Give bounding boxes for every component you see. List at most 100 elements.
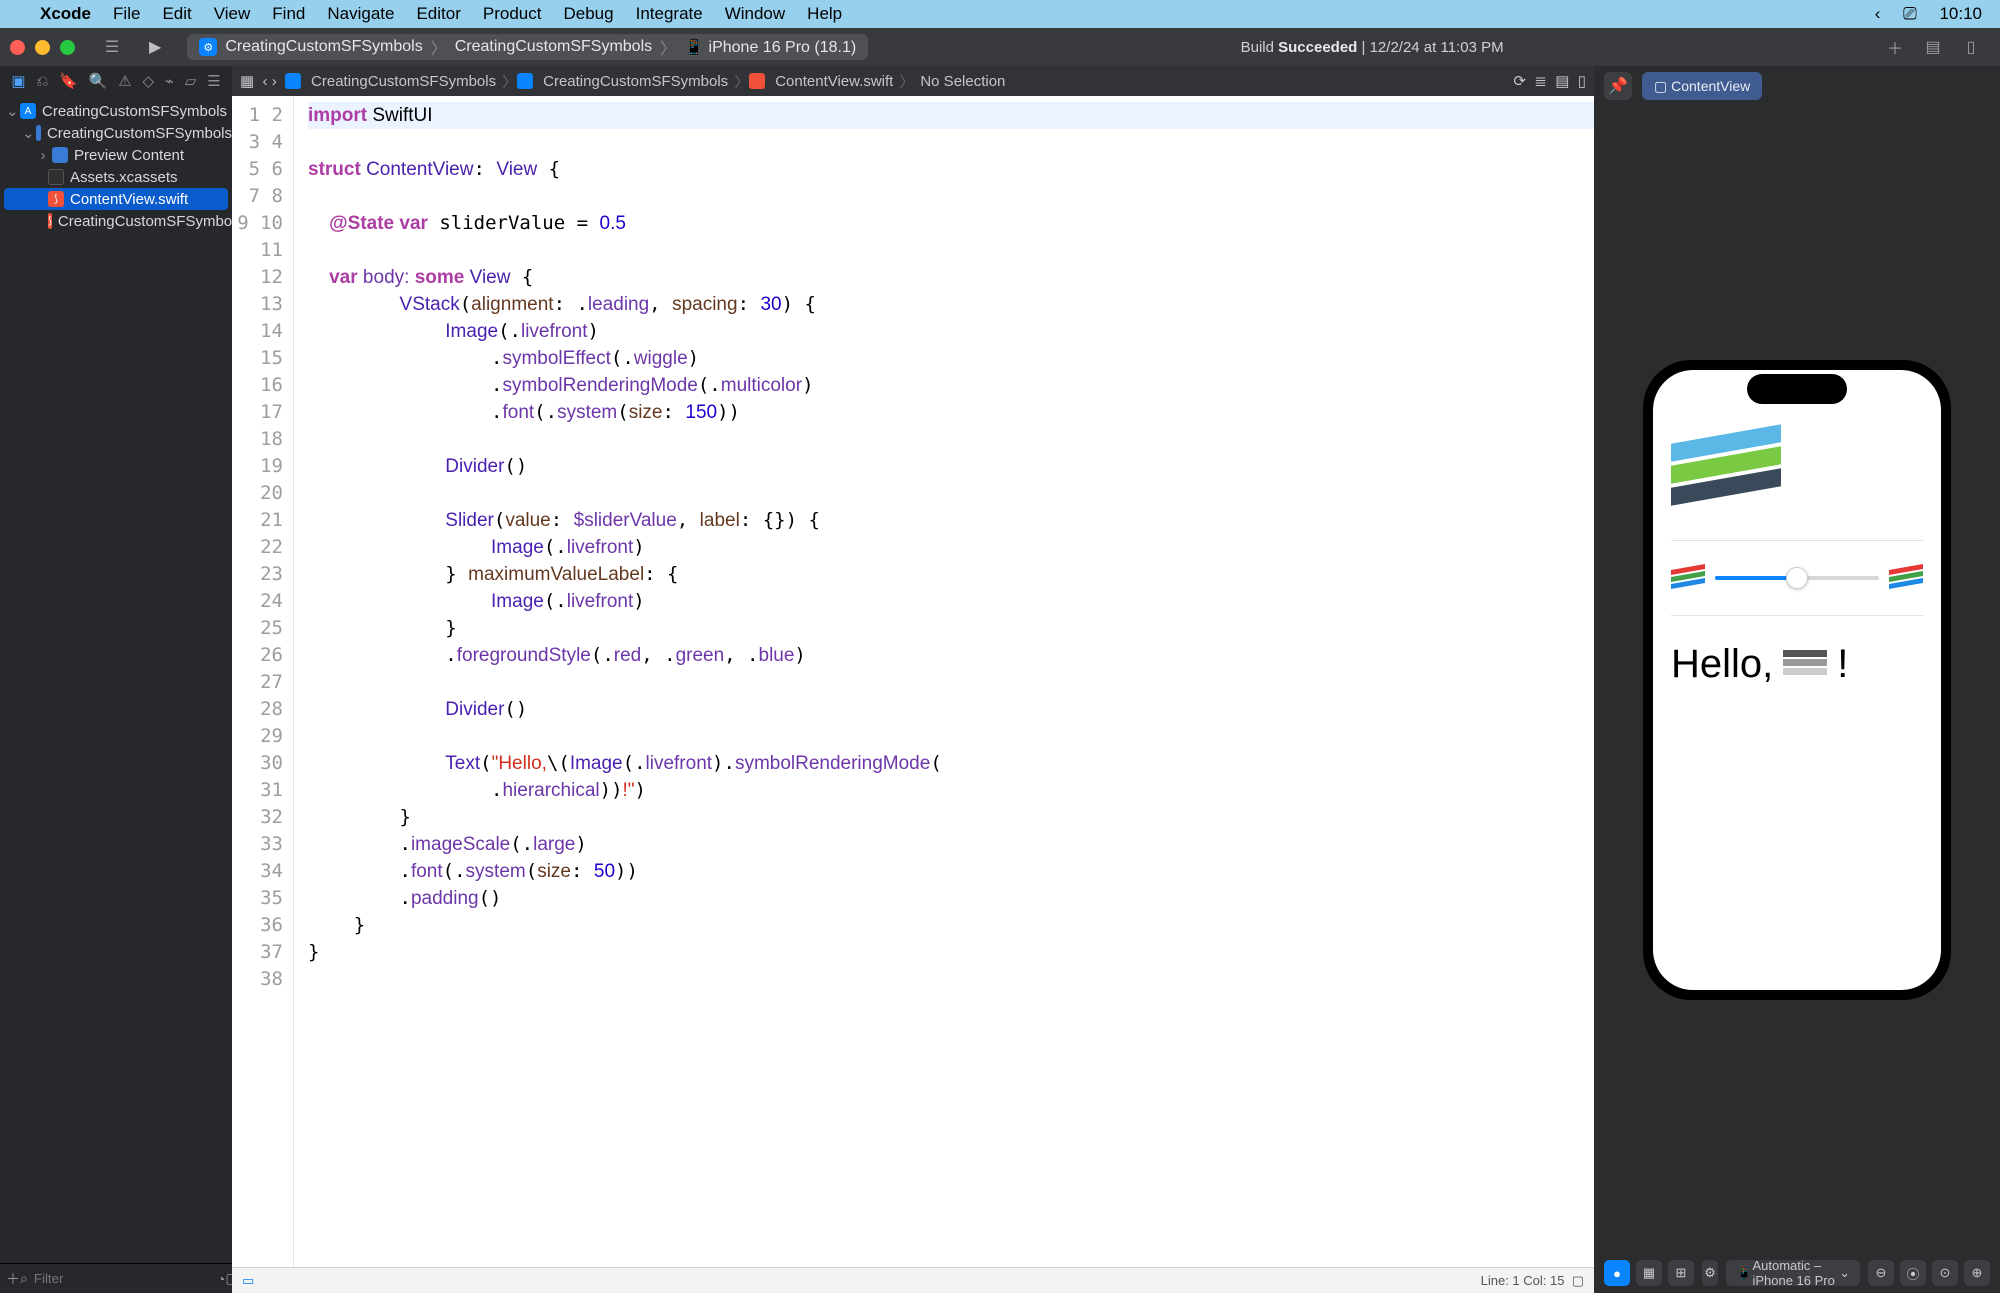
tree-assets[interactable]: Assets.xcassets	[0, 166, 232, 188]
hello-text: Hello, !	[1671, 642, 1923, 687]
add-tab-button[interactable]: ＋	[1880, 35, 1910, 59]
navigator-pane: ▣ ⎌ 🔖 🔍 ⚠ ◇ ⌁ ▱ ☰ ⌄A CreatingCustomSFSym…	[0, 66, 232, 1293]
variants-button[interactable]: ⊞	[1668, 1260, 1694, 1286]
selectable-preview-button[interactable]: ▦	[1636, 1260, 1662, 1286]
bookmark-navigator-tab[interactable]: 🔖	[59, 72, 78, 90]
add-editor-button[interactable]: ▯	[1578, 72, 1586, 90]
zoom-fit-button[interactable]: ⊙	[1932, 1260, 1958, 1286]
app-menu[interactable]: Xcode	[40, 4, 91, 24]
slider-min-label-icon	[1671, 567, 1705, 589]
filter-icon: ⌕	[20, 1270, 28, 1287]
project-navigator-tab[interactable]: ▣	[11, 72, 25, 90]
zoom-out-button[interactable]: ⊖	[1868, 1260, 1894, 1286]
line-gutter: 1 2 3 4 5 6 7 8 9 10 11 12 13 14 15 16 1…	[232, 96, 294, 1267]
tree-appfile[interactable]: ⟆ CreatingCustomSFSymbolsApp.swift	[0, 210, 232, 232]
device-screen[interactable]: Hello, !	[1653, 370, 1941, 990]
project-tree: ⌄A CreatingCustomSFSymbols ⌄ CreatingCus…	[0, 96, 232, 1263]
navigator-selector: ▣ ⎌ 🔖 🔍 ⚠ ◇ ⌁ ▱ ☰	[0, 66, 232, 96]
refresh-icon[interactable]: ⟳	[1513, 72, 1526, 90]
run-button[interactable]: ▶	[149, 37, 161, 57]
menu-view[interactable]: View	[214, 4, 251, 24]
swift-file-icon: ⟆	[48, 213, 52, 229]
zoom-in-button[interactable]: ⊕	[1964, 1260, 1990, 1286]
related-items-button[interactable]: ▦	[240, 72, 254, 90]
editor-overview-icon[interactable]: ▢	[1572, 1273, 1584, 1289]
slider[interactable]	[1715, 576, 1879, 580]
recent-filter-button[interactable]: ◔	[217, 1271, 225, 1287]
menu-edit[interactable]: Edit	[162, 4, 191, 24]
preview-canvas: 📌 ▢ ContentView	[1594, 66, 2000, 1293]
device-bezel: Hello, !	[1643, 360, 1951, 1000]
xcode-project-icon	[285, 73, 301, 89]
slider-thumb[interactable]	[1786, 567, 1808, 589]
adjust-editor-button[interactable]: ▤	[1555, 72, 1569, 90]
debug-navigator-tab[interactable]: ⌁	[165, 72, 174, 90]
folder-icon	[36, 125, 41, 141]
macos-menubar: Xcode File Edit View Find Navigate Edito…	[0, 0, 2000, 28]
editor-status-bar: ▭ Line: 1 Col: 15 ▢	[232, 1267, 1594, 1293]
filter-input[interactable]	[34, 1271, 211, 1286]
pin-preview-button[interactable]: 📌	[1604, 72, 1632, 100]
xcode-project-icon: A	[20, 103, 36, 119]
preview-icon: ▢	[1654, 78, 1671, 95]
tree-preview-content[interactable]: › Preview Content	[0, 144, 232, 166]
add-button[interactable]: ＋	[6, 1269, 20, 1289]
activity-status: Build Succeeded | 12/2/24 at 11:03 PM	[868, 39, 1876, 56]
find-navigator-tab[interactable]: 🔍	[89, 72, 108, 90]
dynamic-island	[1747, 374, 1847, 404]
scheme-name: CreatingCustomSFSymbols	[455, 38, 652, 56]
scheme-selector[interactable]: ⚙ CreatingCustomSFSymbols 〉 CreatingCust…	[187, 34, 868, 60]
menu-navigate[interactable]: Navigate	[327, 4, 394, 24]
swift-file-icon	[749, 73, 765, 89]
debug-area-toggle[interactable]: ▭	[242, 1273, 254, 1289]
minimap-button[interactable]: ≣	[1534, 72, 1547, 90]
window-titlebar: ☰ ▶ ⚙ CreatingCustomSFSymbols 〉 Creating…	[0, 28, 2000, 66]
folder-icon	[52, 147, 68, 163]
library-button[interactable]: ▤	[1918, 35, 1948, 59]
close-window-button[interactable]	[10, 40, 25, 55]
navigator-filter: ＋ ⌕ ◔ ▢	[0, 1263, 232, 1293]
source-control-navigator-tab[interactable]: ⎌	[36, 73, 48, 90]
divider	[1671, 615, 1923, 616]
tree-contentview[interactable]: ⟆ ContentView.swift	[4, 188, 228, 210]
toggle-inspector-button[interactable]: ▯	[1956, 35, 1986, 59]
preview-provider-pill[interactable]: ▢ ContentView	[1642, 72, 1762, 100]
back-button[interactable]: ‹	[263, 73, 268, 90]
menu-editor[interactable]: Editor	[416, 4, 460, 24]
menu-help[interactable]: Help	[807, 4, 842, 24]
zoom-actual-button[interactable]: ⦿	[1900, 1260, 1926, 1286]
livefront-symbol-large	[1671, 434, 1791, 514]
xcode-project-icon: ⚙	[199, 38, 217, 56]
chevron-left-icon[interactable]: ‹	[1875, 4, 1881, 23]
zoom-window-button[interactable]	[60, 40, 75, 55]
forward-button[interactable]: ›	[272, 73, 277, 90]
minimize-window-button[interactable]	[35, 40, 50, 55]
menu-file[interactable]: File	[113, 4, 140, 24]
project-name: CreatingCustomSFSymbols	[225, 38, 422, 56]
swift-file-icon: ⟆	[48, 191, 64, 207]
tree-group[interactable]: ⌄ CreatingCustomSFSymbols	[0, 122, 232, 144]
tree-root[interactable]: ⌄A CreatingCustomSFSymbols	[0, 100, 232, 122]
menu-find[interactable]: Find	[272, 4, 305, 24]
slider-row	[1671, 567, 1923, 589]
breakpoint-navigator-tab[interactable]: ▱	[185, 72, 197, 90]
report-navigator-tab[interactable]: ☰	[207, 72, 220, 90]
device-settings-button[interactable]: ⚙	[1702, 1260, 1718, 1286]
test-navigator-tab[interactable]: ◇	[143, 72, 155, 90]
preview-device-selector[interactable]: 📱 Automatic – iPhone 16 Pro ⌄	[1726, 1260, 1860, 1286]
toggle-navigator-button[interactable]: ☰	[97, 35, 127, 59]
clock: 10:10	[1939, 4, 1982, 23]
folder-icon	[517, 73, 533, 89]
source-editor[interactable]: 1 2 3 4 5 6 7 8 9 10 11 12 13 14 15 16 1…	[232, 96, 1594, 1267]
menu-product[interactable]: Product	[483, 4, 542, 24]
cursor-position: Line: 1 Col: 15	[1481, 1273, 1565, 1288]
issue-navigator-tab[interactable]: ⚠	[118, 72, 131, 90]
menu-window[interactable]: Window	[725, 4, 785, 24]
menu-integrate[interactable]: Integrate	[636, 4, 703, 24]
code-area[interactable]: import SwiftUI struct ContentView: View …	[294, 96, 1594, 1267]
jump-bar[interactable]: ▦ ‹ › CreatingCustomSFSymbols〉 CreatingC…	[232, 66, 1594, 96]
control-center-icon[interactable]: ⎚	[1903, 4, 1917, 23]
live-preview-button[interactable]: ●	[1604, 1260, 1630, 1286]
menu-debug[interactable]: Debug	[563, 4, 613, 24]
divider	[1671, 540, 1923, 541]
